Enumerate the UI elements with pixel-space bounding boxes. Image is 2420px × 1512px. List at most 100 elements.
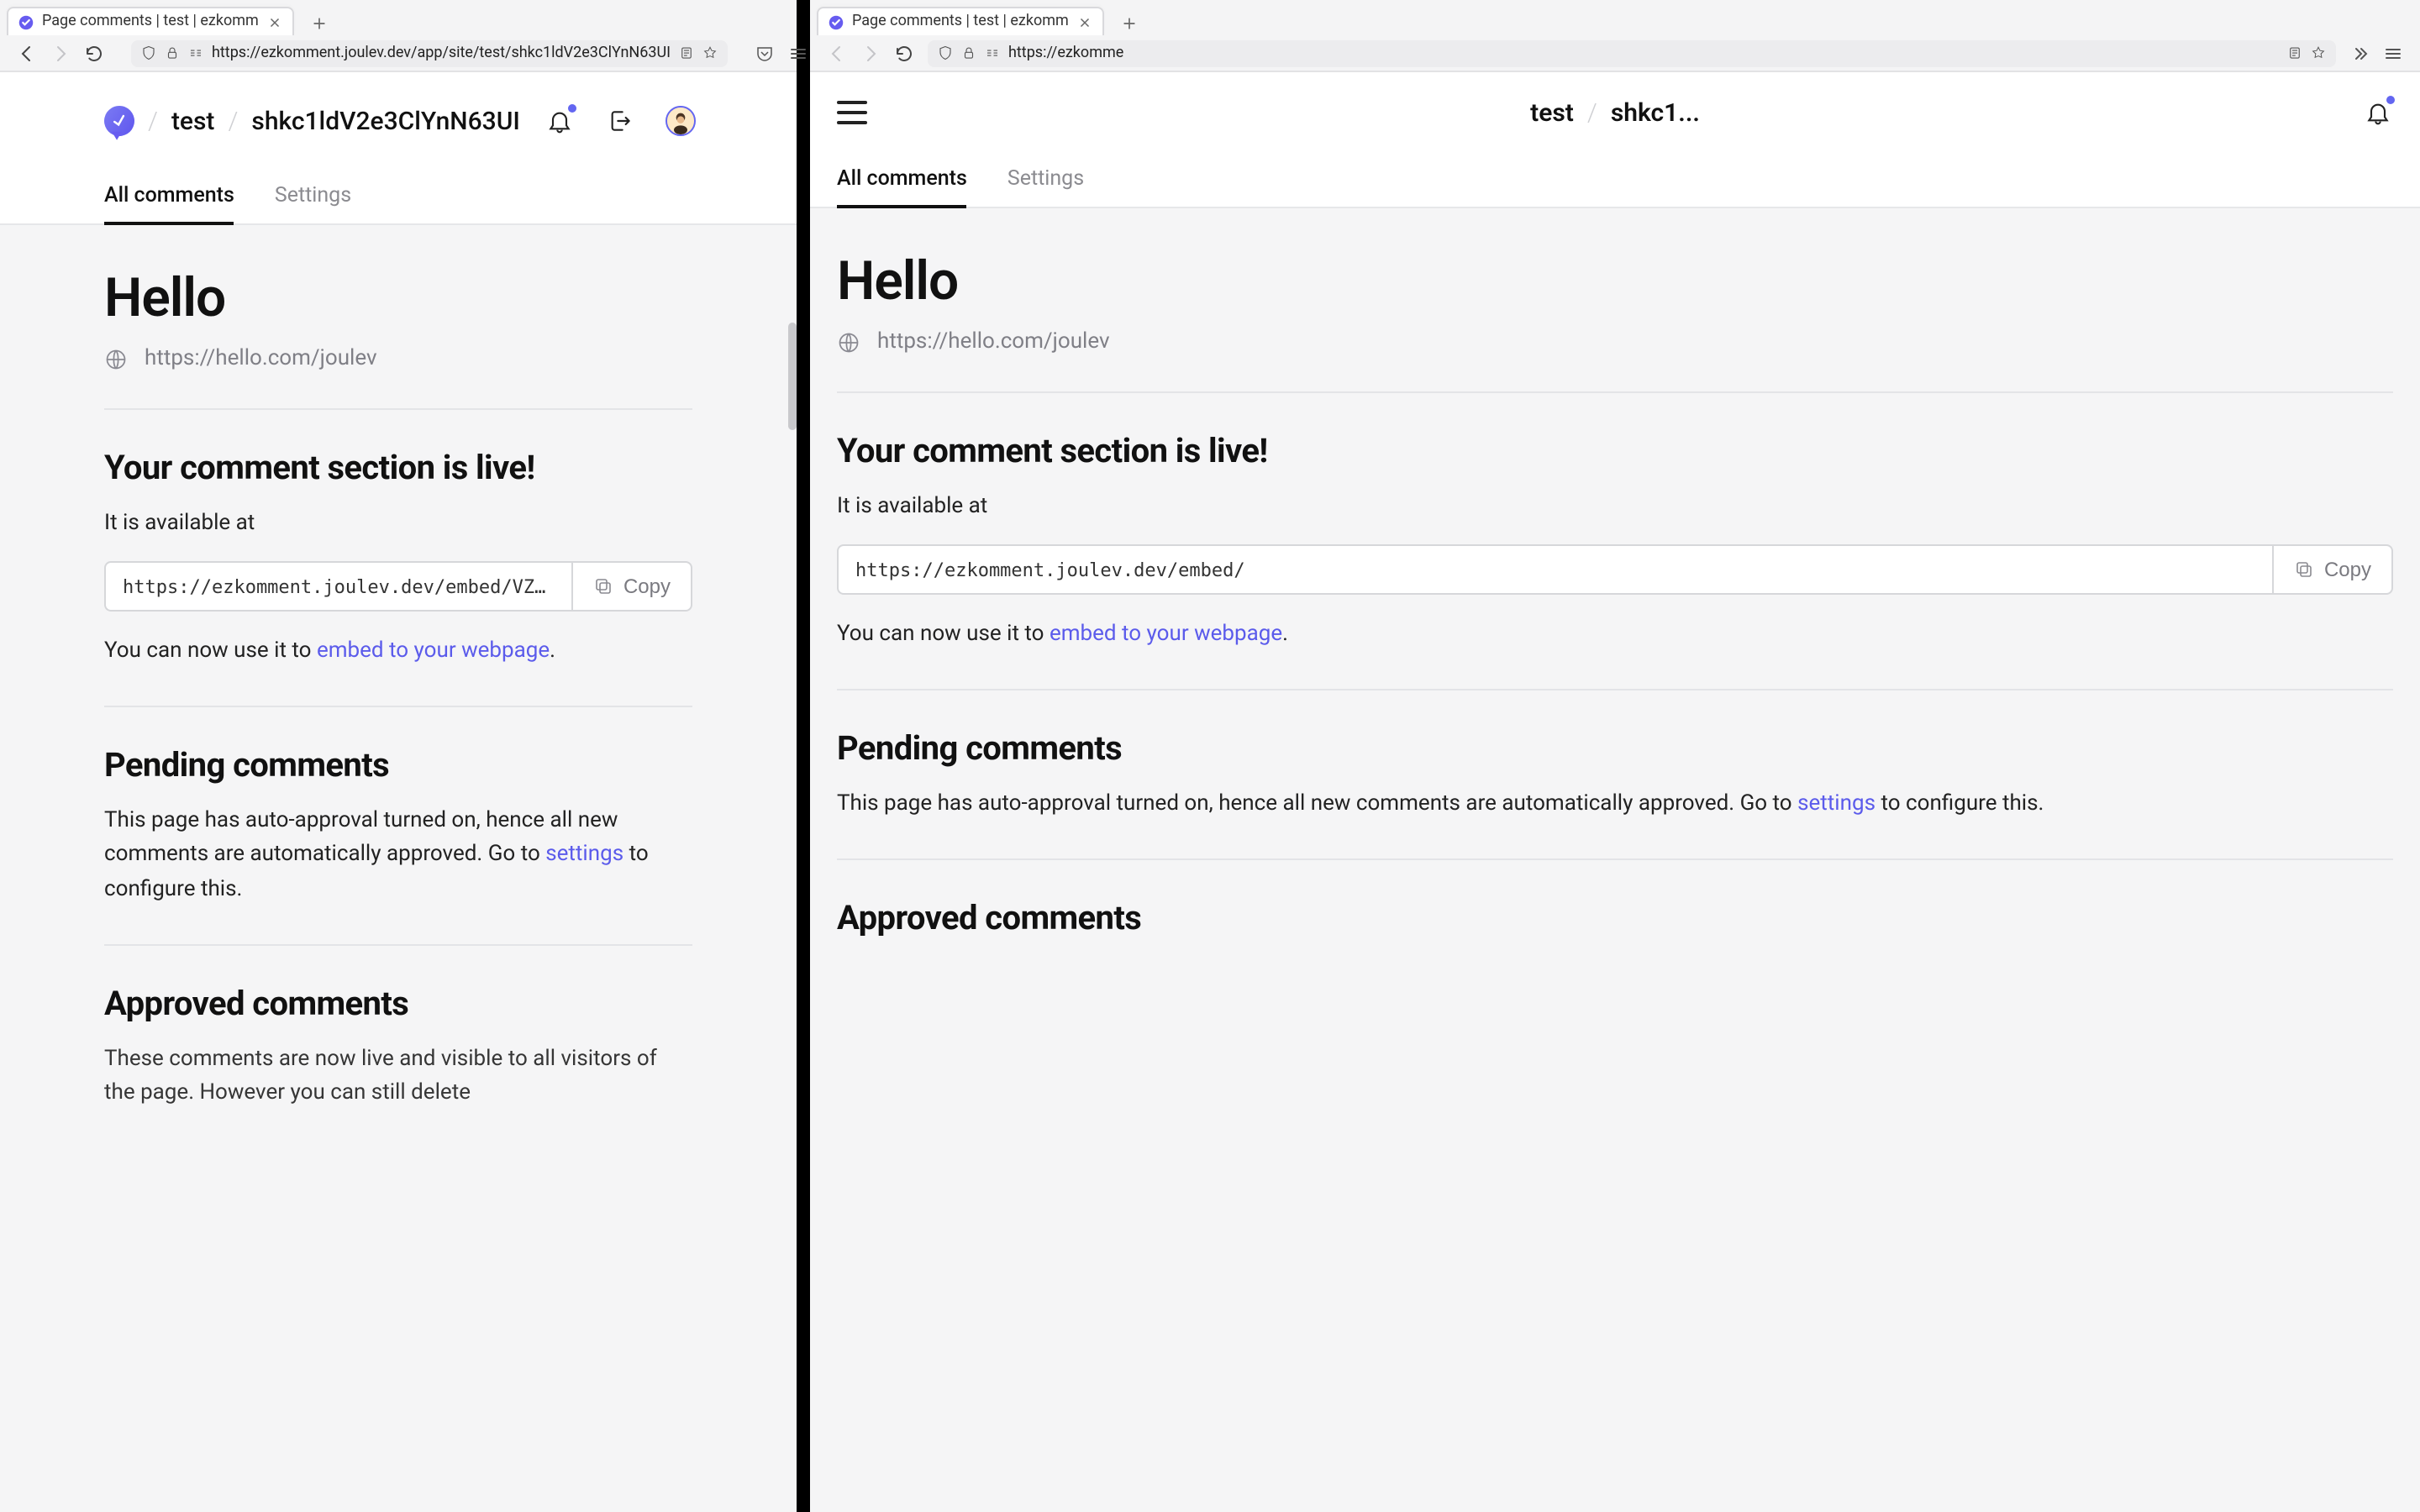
embed-url-row: Copy: [837, 544, 2393, 595]
reload-button[interactable]: [894, 43, 914, 63]
forward-button[interactable]: [50, 43, 71, 63]
section-approved-heading: Approved comments: [837, 898, 2393, 938]
tab-settings[interactable]: Settings: [1007, 153, 1084, 207]
globe-icon: [104, 347, 128, 370]
close-tab-icon[interactable]: [1077, 14, 1092, 29]
close-tab-icon[interactable]: [267, 14, 282, 29]
divider: [837, 391, 2393, 393]
tab-all-comments[interactable]: All comments: [837, 153, 967, 207]
bookmark-star-icon[interactable]: [2311, 45, 2326, 60]
app-logo[interactable]: [104, 105, 134, 135]
breadcrumb-page[interactable]: shkc1ldV2e3ClYnN63UI: [251, 105, 519, 135]
section-live-heading: Your comment section is live!: [104, 447, 692, 487]
overflow-icon[interactable]: [2349, 43, 2370, 63]
pocket-icon[interactable]: [755, 43, 775, 63]
menu-button[interactable]: [837, 100, 867, 123]
divider: [837, 690, 2393, 691]
logout-button[interactable]: [605, 105, 635, 135]
copy-button[interactable]: Copy: [571, 561, 692, 612]
page-url-text: https://hello.com/joulev: [877, 329, 1110, 354]
new-tab-button[interactable]: [1118, 12, 1141, 35]
copy-icon: [593, 576, 613, 596]
section-approved-body-cut: These comments are now live and visible …: [104, 1042, 692, 1110]
section-live-outro: You can now use it to embed to your webp…: [104, 635, 692, 669]
notifications-button[interactable]: [544, 105, 575, 135]
settings-link[interactable]: settings: [1797, 792, 1876, 817]
app-left: / test / shkc1ldV2e3ClYnN63UI All commen…: [0, 72, 797, 225]
page-title: Hello: [104, 265, 692, 329]
back-button[interactable]: [827, 43, 847, 63]
plus-icon: [311, 15, 328, 32]
page-url-text: https://hello.com/joulev: [145, 346, 377, 371]
reader-mode-icon[interactable]: [679, 45, 694, 60]
url-bar[interactable]: https://ezkomment.joulev.dev/app/site/te…: [131, 39, 728, 66]
divider: [837, 859, 2393, 861]
browser-chrome-left: Page comments | test | ezkomm https://ez…: [0, 0, 797, 72]
app-header: / test / shkc1ldV2e3ClYnN63UI: [0, 72, 797, 170]
page-body-left: Hello https://hello.com/joulev Your comm…: [0, 225, 797, 1512]
embed-url-row: Copy: [104, 561, 692, 612]
lock-icon: [165, 45, 180, 60]
divider: [104, 706, 692, 708]
browser-tab[interactable]: Page comments | test | ezkomm: [7, 7, 294, 35]
back-button[interactable]: [17, 43, 37, 63]
copy-icon: [2294, 559, 2314, 580]
page-url-row: https://hello.com/joulev: [837, 329, 2393, 354]
reload-button[interactable]: [84, 43, 104, 63]
breadcrumb-site[interactable]: test: [1530, 97, 1574, 127]
settings-link[interactable]: settings: [545, 843, 623, 868]
embed-docs-link[interactable]: embed to your webpage: [1050, 622, 1282, 647]
section-live-heading: Your comment section is live!: [837, 430, 2393, 470]
embed-url-input[interactable]: [104, 561, 571, 612]
section-live-intro: It is available at: [837, 491, 2393, 524]
divider: [104, 943, 692, 945]
notifications-button[interactable]: [2363, 97, 2393, 127]
tab-strip: Page comments | test | ezkomm: [810, 0, 2420, 35]
section-pending-heading: Pending comments: [104, 745, 692, 785]
shield-icon: [938, 45, 953, 60]
shield-icon: [141, 45, 156, 60]
section-pending-body: This page has auto-approval turned on, h…: [837, 789, 2393, 822]
section-approved-heading: Approved comments: [104, 982, 692, 1022]
page-title: Hello: [837, 249, 2393, 312]
tracking-icon: [188, 45, 203, 60]
breadcrumb-site[interactable]: test: [171, 105, 215, 135]
tracking-icon: [985, 45, 1000, 60]
divider: [104, 408, 692, 410]
new-tab-button[interactable]: [308, 12, 331, 35]
browser-chrome-right: Page comments | test | ezkomm https://ez…: [810, 0, 2420, 72]
section-live-outro: You can now use it to embed to your webp…: [837, 618, 2393, 652]
tab-strip: Page comments | test | ezkomm: [0, 0, 797, 35]
reader-mode-icon[interactable]: [2287, 45, 2302, 60]
app-menu-icon[interactable]: [2383, 43, 2403, 63]
scrollbar-thumb[interactable]: [788, 323, 797, 430]
bookmark-star-icon[interactable]: [702, 45, 718, 60]
user-avatar[interactable]: [666, 105, 696, 135]
browser-toolbar-left: https://ezkomment.joulev.dev/app/site/te…: [0, 35, 797, 72]
app-right: test / shkc1... All comments Settings: [810, 72, 2420, 208]
browser-tab[interactable]: Page comments | test | ezkomm: [817, 7, 1104, 35]
url-bar[interactable]: https://ezkomme: [928, 39, 2336, 66]
left-browser-window: Page comments | test | ezkomm https://ez…: [0, 0, 797, 1512]
forward-button[interactable]: [860, 43, 881, 63]
url-text: https://ezkomme: [1008, 45, 2279, 61]
embed-url-input[interactable]: [837, 544, 2272, 595]
copy-button-label: Copy: [623, 575, 671, 598]
app-menu-icon[interactable]: [788, 43, 808, 63]
tab-settings[interactable]: Settings: [275, 170, 351, 223]
embed-docs-link[interactable]: embed to your webpage: [317, 638, 550, 664]
copy-button[interactable]: Copy: [2272, 544, 2393, 595]
section-live-intro: It is available at: [104, 507, 692, 541]
breadcrumb-sep: /: [1587, 97, 1597, 127]
browser-tab-title: Page comments | test | ezkomm: [42, 13, 259, 30]
tab-all-comments[interactable]: All comments: [104, 170, 234, 223]
section-pending-heading: Pending comments: [837, 728, 2393, 769]
copy-button-label: Copy: [2324, 558, 2371, 581]
browser-tab-title: Page comments | test | ezkomm: [852, 13, 1069, 30]
breadcrumb-page[interactable]: shkc1...: [1611, 97, 1700, 127]
browser-toolbar-right: https://ezkomme: [810, 35, 2420, 72]
notification-dot-icon: [568, 103, 576, 112]
page-url-row: https://hello.com/joulev: [104, 346, 692, 371]
lock-icon: [961, 45, 976, 60]
window-divider[interactable]: [797, 0, 810, 1512]
